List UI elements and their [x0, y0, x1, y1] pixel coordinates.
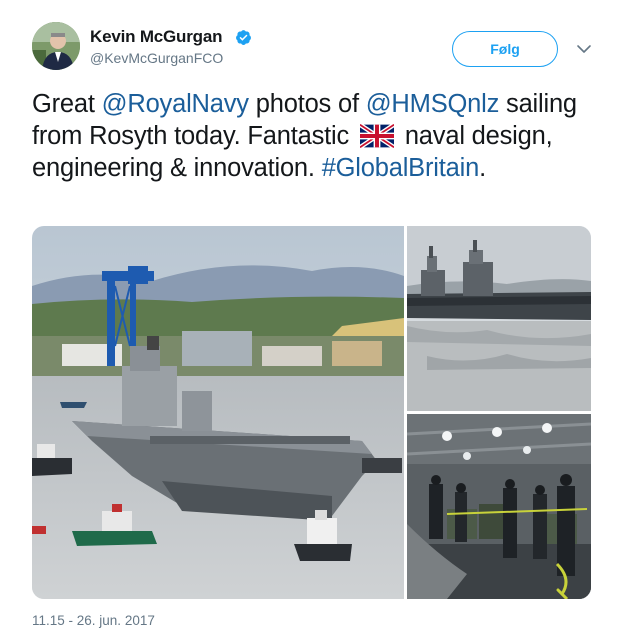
media-grid — [32, 226, 591, 599]
hashtag-globalbritain[interactable]: #GlobalBritain — [322, 154, 480, 182]
chevron-down-icon[interactable] — [574, 40, 594, 58]
avatar[interactable] — [32, 22, 80, 70]
author-name[interactable]: Kevin McGurgan — [90, 27, 222, 47]
uk-flag-emoji — [359, 124, 394, 148]
tweet-timestamp[interactable]: 11.15 - 26. jun. 2017 — [32, 613, 155, 628]
tweet-text-segment: photos of — [248, 90, 366, 118]
profile-avatar — [32, 22, 80, 70]
follow-button[interactable]: Følg — [452, 31, 558, 67]
author-handle[interactable]: @KevMcGurganFCO — [90, 50, 223, 66]
verified-badge-icon — [236, 30, 251, 45]
crew-in-ship-hangar-photo[interactable] — [407, 414, 591, 599]
tweet-text-segment: . — [479, 154, 486, 182]
mention-royalnavy[interactable]: @RoyalNavy — [102, 90, 249, 118]
tweet-text: Great @RoyalNavy photos of @HMSQnlz sail… — [32, 88, 602, 184]
aircraft-carrier-leaving-dock-photo[interactable] — [32, 226, 404, 599]
aircraft-carrier-on-water-photo[interactable] — [407, 226, 591, 411]
mention-hmsqnlz[interactable]: @HMSQnlz — [366, 90, 500, 118]
tweet-text-segment: Great — [32, 90, 102, 118]
